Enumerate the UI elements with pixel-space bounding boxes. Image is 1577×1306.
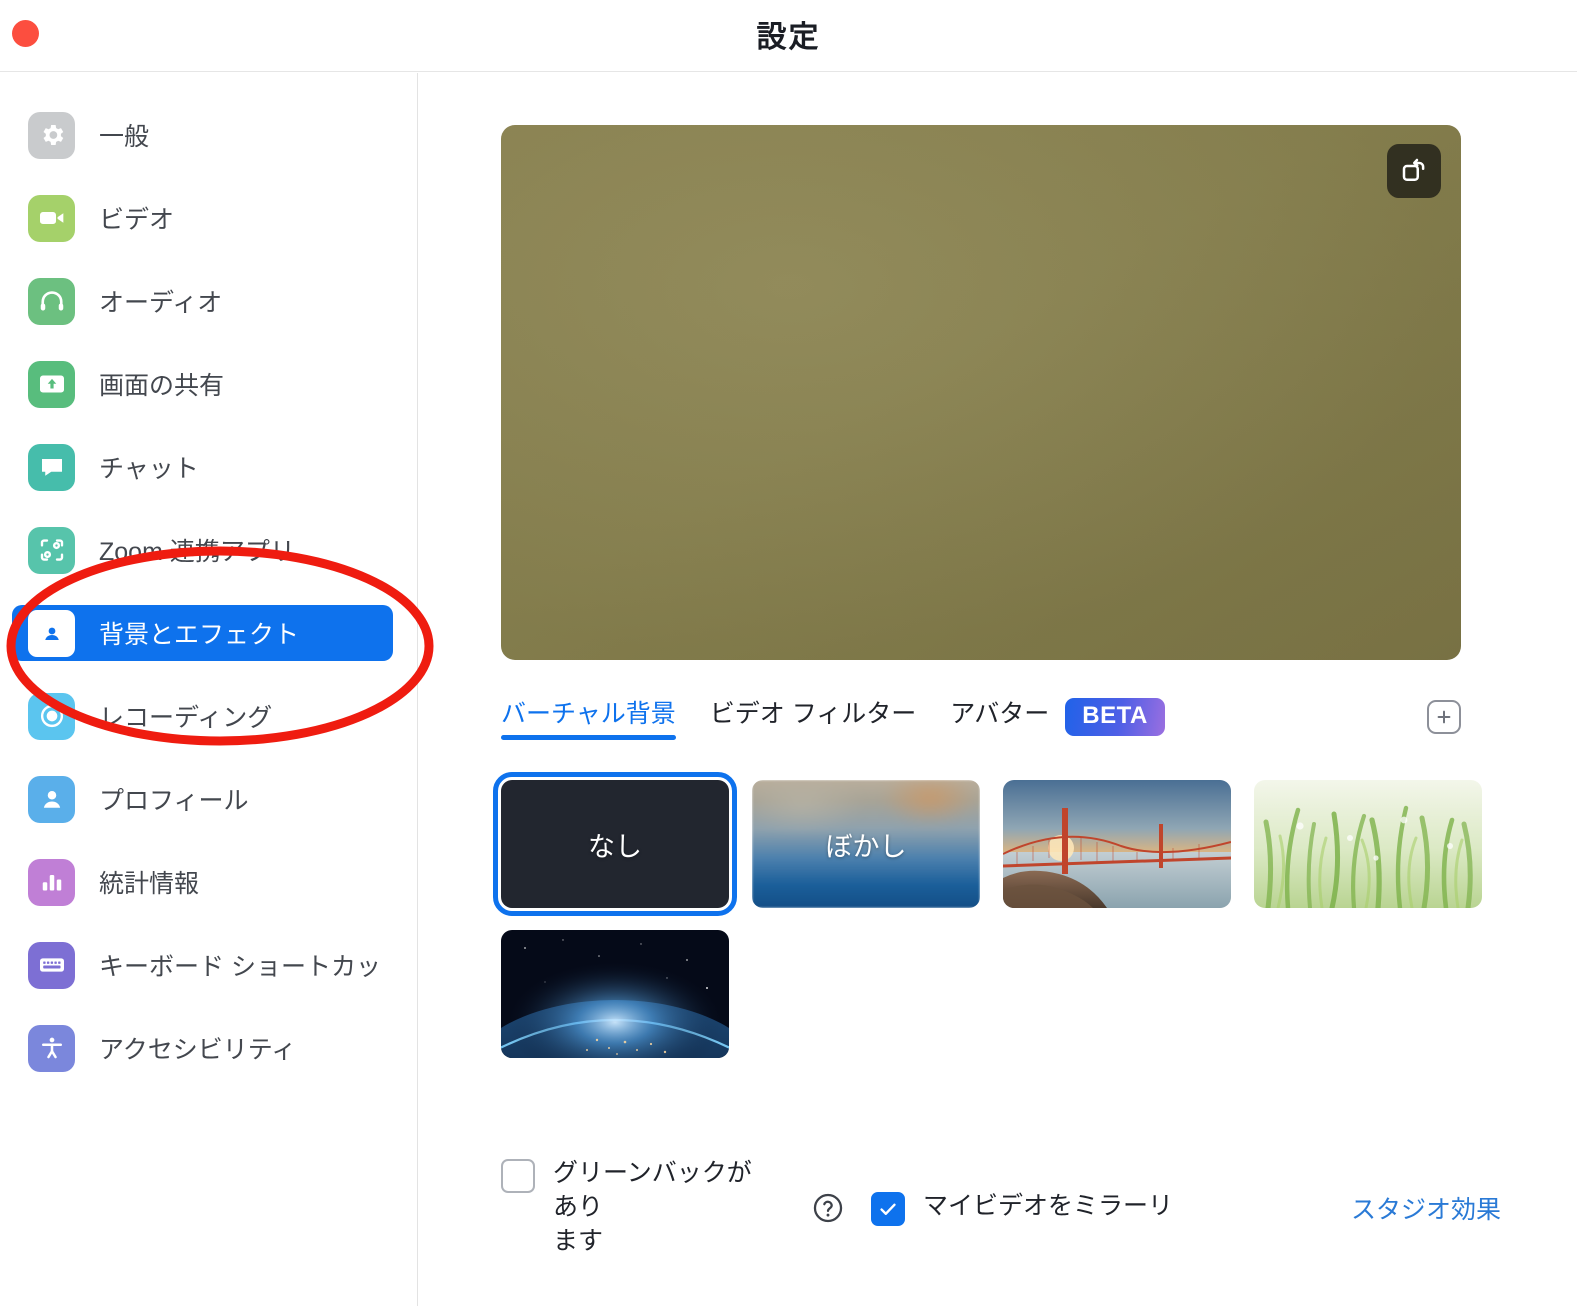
sidebar-item-label: キーボード ショートカッ [99,953,381,981]
sidebar-item-general[interactable]: 一般 [12,107,393,163]
sidebar-item-label: ビデオ [99,206,175,234]
sidebar-item-profile[interactable]: プロフィール [12,771,393,827]
grass-image [1254,780,1482,908]
thumbnail-label: ぼかし [825,831,907,862]
video-camera-icon [28,194,75,242]
background-option-blur[interactable]: ぼかし [752,780,980,908]
sidebar-item-chat[interactable]: チャット [12,439,393,495]
green-screen-checkbox[interactable] [501,1159,535,1194]
settings-window: 設定 一般 ビデオ オーディオ 画面の共有 チャット Zoom 連携アプリ 背景… [0,0,1577,1306]
background-option-earth-from-space[interactable] [501,930,729,1058]
background-option-golden-gate-bridge[interactable] [1003,780,1231,908]
mirror-video-checkbox[interactable] [871,1192,905,1226]
title-bar: 設定 [0,0,1577,72]
tab-avatars[interactable]: アバター [950,694,1049,740]
accessibility-icon [28,1024,75,1072]
thumbnail-label: なし [588,831,642,862]
video-preview-container [501,125,1461,660]
sidebar-item-zoom-apps[interactable]: Zoom 連携アプリ [12,522,393,578]
sidebar-item-keyboard-shortcuts[interactable]: キーボード ショートカッ [12,937,393,993]
gear-icon [28,111,75,159]
person-frame-icon [28,609,75,657]
background-thumbnail-grid: なし ぼかし [493,772,1501,1058]
sidebar-item-label: チャット [99,455,199,483]
sidebar-item-label: オーディオ [99,289,223,317]
green-screen-label: グリーンバックがあり ます [553,1159,752,1255]
video-preview [501,125,1461,660]
page-title: 設定 [756,21,821,54]
bar-chart-icon [28,858,75,906]
sidebar-item-video[interactable]: ビデオ [12,190,393,246]
rotate-camera-icon[interactable] [1387,144,1441,198]
zoom-apps-icon [28,526,75,574]
sidebar-item-label: Zoom 連携アプリ [99,538,295,566]
earth-from-space-image [501,930,729,1058]
beta-badge[interactable]: BETA [1065,698,1165,736]
sidebar-item-label: アクセシビリティ [99,1036,297,1064]
sidebar-item-label: プロフィール [99,787,249,815]
keyboard-icon [28,941,75,989]
add-background-button[interactable] [1427,700,1461,734]
studio-effects-link[interactable]: スタジオ効果 [1351,1190,1501,1226]
record-icon [28,692,75,740]
settings-sidebar: 一般 ビデオ オーディオ 画面の共有 チャット Zoom 連携アプリ 背景とエフ… [0,73,418,1306]
tab-video-filters[interactable]: ビデオ フィルター [710,694,916,740]
background-effects-panel: バーチャル背景 ビデオ フィルター アバター BETA なし ぼかし グリーンバ… [419,73,1577,1306]
sidebar-item-label: レコーディング [99,704,273,732]
sidebar-item-audio[interactable]: オーディオ [12,273,393,329]
sidebar-item-label: 背景とエフェクト [99,621,300,649]
effects-options-row: グリーンバックがあり ます マイビデオをミラーリ スタジオ効果 [501,1159,1501,1255]
mirror-video-option[interactable]: マイビデオをミラーリ [871,1190,1173,1226]
golden-gate-bridge-image [1003,780,1231,908]
sidebar-item-label: 一般 [99,123,150,151]
sidebar-item-accessibility[interactable]: アクセシビリティ [12,1020,393,1076]
effects-tab-bar: バーチャル背景 ビデオ フィルター アバター BETA [501,688,1461,746]
background-option-none[interactable]: なし [493,772,737,916]
mirror-video-label: マイビデオをミラーリ [923,1192,1174,1220]
chat-bubble-icon [28,443,75,491]
headphones-icon [28,277,75,325]
sidebar-item-label: 統計情報 [99,870,200,898]
share-screen-icon [28,360,75,408]
profile-icon [28,775,75,823]
background-option-grass[interactable] [1254,780,1482,908]
sidebar-item-share-screen[interactable]: 画面の共有 [12,356,393,412]
sidebar-item-background-and-effects[interactable]: 背景とエフェクト [12,605,393,661]
sidebar-item-statistics[interactable]: 統計情報 [12,854,393,910]
sidebar-item-label: 画面の共有 [99,372,225,400]
question-mark-icon[interactable] [811,1191,845,1225]
green-screen-option[interactable]: グリーンバックがあり ます [501,1157,771,1258]
sidebar-item-recording[interactable]: レコーディング [12,688,393,744]
tab-virtual-background[interactable]: バーチャル背景 [501,694,676,740]
